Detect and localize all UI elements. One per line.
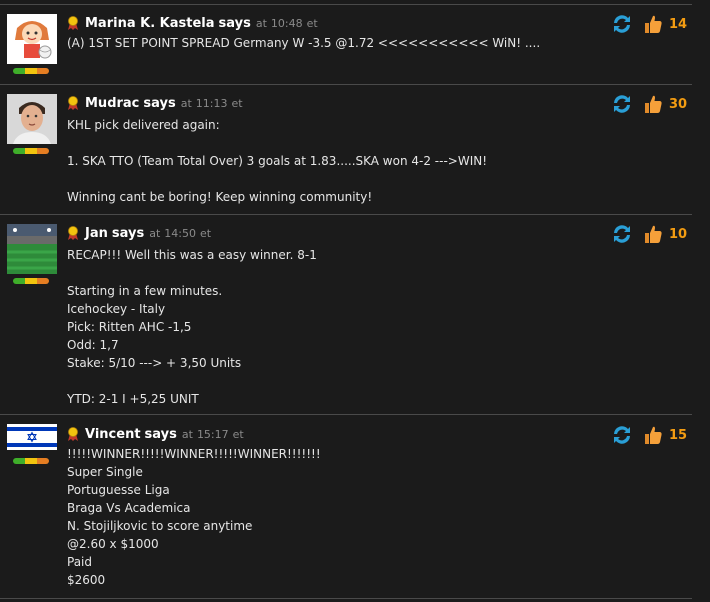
like-count: 10 (669, 226, 688, 242)
timezone-label: et (232, 427, 244, 441)
comment-line (67, 134, 657, 152)
comment-line: Starting in a few minutes. (67, 284, 223, 298)
says-label: says (143, 95, 176, 111)
comment-line: Odd: 1,7 (67, 338, 119, 352)
comment-line: 1. SKA TTO (Team Total Over) 3 goals at … (67, 154, 488, 168)
at-label: at (181, 427, 193, 441)
repost-icon[interactable] (610, 423, 634, 447)
comment-time: 10:48 (270, 16, 303, 30)
comment-feed: Marina K. Kastela says at 10:48 et (A) 1… (0, 0, 710, 602)
comment-line: !!!!!WINNER!!!!!WINNER!!!!!WINNER!!!!!!! (67, 447, 321, 461)
repost-icon[interactable] (610, 92, 634, 116)
comment-line (67, 170, 657, 188)
comment-line: Icehockey - Italy (67, 302, 166, 316)
comment-line (67, 372, 657, 390)
comment-line: Stake: 5/10 ---> + 3,50 Units (67, 356, 242, 370)
avatar[interactable] (7, 14, 57, 64)
divider (0, 598, 692, 599)
comment-line: Portuguesse Liga (67, 483, 170, 497)
comment-body: (A) 1ST SET POINT SPREAD Germany W -3.5 … (67, 34, 657, 52)
award-badge-icon (68, 427, 78, 441)
timezone-label: et (306, 16, 318, 30)
divider (0, 84, 692, 85)
at-label: at (149, 226, 161, 240)
comment-actions: 14 (610, 12, 687, 36)
like-count: 15 (669, 427, 688, 443)
avatar[interactable] (7, 424, 57, 450)
comment-header: Vincent says at 15:17 et (67, 425, 244, 443)
user-rating-bar (13, 68, 49, 74)
award-badge-icon (68, 226, 78, 240)
says-label: says (144, 426, 177, 442)
comment-line: Winning cant be boring! Keep winning com… (67, 190, 373, 204)
repost-icon[interactable] (610, 222, 634, 246)
says-label: says (218, 15, 251, 31)
israel-flag-avatar-icon (7, 424, 57, 450)
user-rating-bar (13, 278, 49, 284)
comment-line: Super Single (67, 465, 143, 479)
author-name[interactable]: Marina K. Kastela (85, 16, 215, 31)
comment-header: Marina K. Kastela says at 10:48 et (67, 14, 318, 32)
comment-header: Mudrac says at 11:13 et (67, 94, 243, 112)
comment-actions: 30 (610, 92, 687, 116)
comment-time: 14:50 (164, 226, 196, 240)
man-portrait-avatar-icon (7, 94, 57, 144)
user-rating-bar (13, 458, 49, 464)
comment-line: Paid (67, 555, 93, 569)
divider (0, 4, 692, 5)
author-name[interactable]: Jan (85, 226, 108, 241)
comment-line: @2.60 x $1000 (67, 537, 159, 551)
comment-body: KHL pick delivered again: 1. SKA TTO (Te… (67, 116, 657, 206)
comment-line: (A) 1ST SET POINT SPREAD Germany W -3.5 … (67, 36, 541, 50)
repost-icon[interactable] (610, 12, 634, 36)
comment-header: Jan says at 14:50 et (67, 224, 211, 242)
thumbs-up-icon[interactable] (642, 13, 664, 35)
comment-line: Braga Vs Academica (67, 501, 191, 515)
divider (0, 214, 692, 215)
avatar[interactable] (7, 94, 57, 144)
comment-line: N. Stojiljkovic to score anytime (67, 519, 253, 533)
comment-line: KHL pick delivered again: (67, 118, 220, 132)
thumbs-up-icon[interactable] (642, 223, 664, 245)
at-label: at (255, 16, 267, 30)
divider (0, 414, 692, 415)
comment-line: Pick: Ritten AHC -1,5 (67, 320, 192, 334)
author-name[interactable]: Mudrac (85, 96, 139, 111)
comment-line (67, 264, 657, 282)
award-badge-icon (68, 16, 78, 30)
avatar[interactable] (7, 224, 57, 274)
comment-time: 15:17 (196, 427, 229, 441)
like-count: 14 (669, 16, 688, 32)
timezone-label: et (199, 226, 212, 240)
author-name[interactable]: Vincent (85, 427, 141, 442)
comment-time: 11:13 (195, 96, 228, 110)
user-rating-bar (13, 148, 49, 154)
comment-actions: 15 (610, 423, 687, 447)
comment-body: !!!!!WINNER!!!!!WINNER!!!!!WINNER!!!!!!!… (67, 445, 657, 589)
volleyball-girl-avatar-icon (7, 14, 57, 64)
comment-line: RECAP!!! Well this was a easy winner. 8-… (67, 248, 317, 262)
says-label: says (111, 225, 145, 241)
timezone-label: et (231, 96, 243, 110)
award-badge-icon (68, 96, 78, 110)
like-count: 30 (669, 96, 688, 112)
comment-body: RECAP!!! Well this was a easy winner. 8-… (67, 246, 657, 408)
comment-line: YTD: 2-1 I +5,25 UNIT (67, 392, 199, 406)
thumbs-up-icon[interactable] (642, 93, 664, 115)
thumbs-up-icon[interactable] (642, 424, 664, 446)
stadium-avatar-icon (7, 224, 57, 274)
comment-line: $2600 (67, 573, 106, 587)
comment-actions: 10 (610, 222, 687, 246)
at-label: at (180, 96, 192, 110)
